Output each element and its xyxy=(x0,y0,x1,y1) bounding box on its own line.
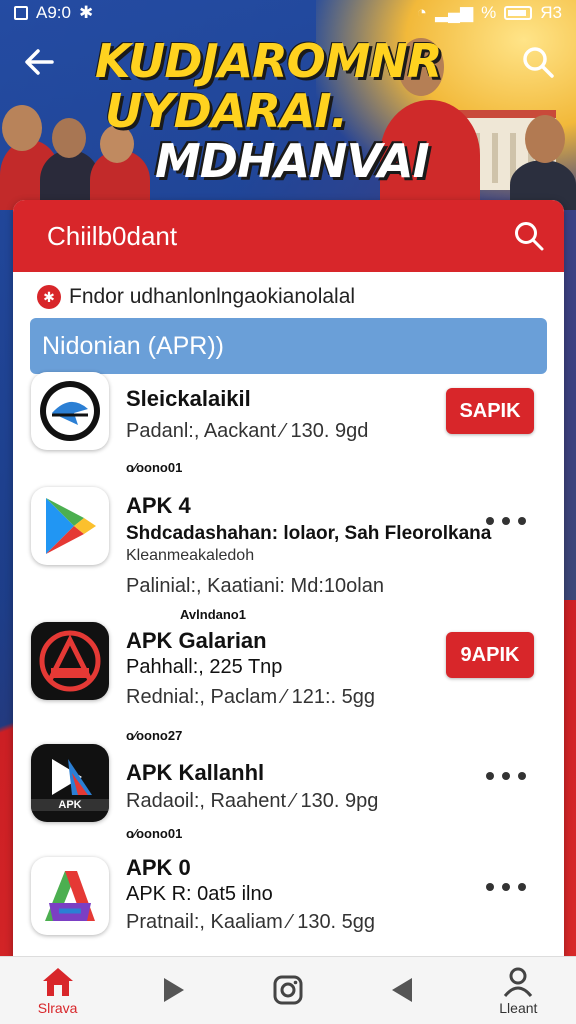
app-name: APK Galarian xyxy=(126,628,267,653)
wifi-icon: ◔ xyxy=(416,3,427,22)
app-meta: APK R: 0at5 ilno xyxy=(126,883,273,905)
app-name: APK Kallanhl xyxy=(126,760,265,785)
app-meta: Pahhall:, 225 Tnp xyxy=(126,656,283,678)
app-meta: Radaoil:, Raahent ⁄ 130. 9pg xyxy=(126,790,379,812)
app-tag: o∕oono01 xyxy=(126,826,183,841)
app-meta: Rednial:, Paclam ⁄ 121:. 5gg xyxy=(126,686,376,708)
card-header: Chiilb0dant xyxy=(13,200,564,272)
app-icon xyxy=(31,372,109,450)
headline-line-3: MDHANVAI xyxy=(155,134,430,188)
info-icon: ✱ xyxy=(37,285,61,309)
status-battery-text: Я3 xyxy=(540,3,562,22)
list-item[interactable]: APK 4 Shdcadashahan: lolaor, Sah Fleorol… xyxy=(13,487,564,622)
play-icon xyxy=(163,977,184,1002)
battery-icon xyxy=(504,6,533,20)
nav-item-back[interactable] xyxy=(358,975,448,1007)
app-meta: Shdcadashahan: lolaor, Sah Fleorolkana xyxy=(126,523,492,544)
get-app-button[interactable]: SAPIK xyxy=(446,388,534,434)
app-logo-icon xyxy=(45,871,95,921)
app-tag: o∕oono01 xyxy=(126,460,183,475)
hero-headline: KUDJAROMNR UYDARAI. MDHANVAI xyxy=(95,38,475,184)
signal-icon: ▂▄▆ xyxy=(434,3,474,22)
app-icon-label: APK xyxy=(31,799,109,811)
bottom-nav: Slrava Lleant xyxy=(0,956,576,1024)
app-meta: Pratnail:, Kaaliam ⁄ 130. 5gg xyxy=(126,911,376,933)
app-name: APK 4 xyxy=(126,493,191,518)
app-tag: Avlndano1 xyxy=(180,607,246,622)
list-item[interactable]: Sleickalaikil Padanl:, Aackant ⁄ 130. 9g… xyxy=(13,372,564,487)
back-triangle-icon xyxy=(392,977,413,1002)
card-search-icon[interactable] xyxy=(512,219,546,253)
app-meta: Padanl:, Aackant ⁄ 130. 9gd xyxy=(126,420,369,442)
headline-line-1: KUDJAROMNR xyxy=(95,34,442,88)
list-item[interactable]: APK APK Kallanhl Radaoil:, Raahent ⁄ 130… xyxy=(13,744,564,857)
nav-item-instagram[interactable] xyxy=(243,974,333,1008)
more-options-button[interactable] xyxy=(486,766,526,786)
nav-label-home: Slrava xyxy=(37,999,78,1016)
home-icon xyxy=(42,967,73,996)
back-arrow-icon[interactable] xyxy=(22,44,58,80)
play-store-icon xyxy=(46,498,96,554)
app-name: Sleickalaikil xyxy=(126,386,251,411)
list-item[interactable]: APK Galarian Pahhall:, 225 Tnp Rednial:,… xyxy=(13,622,564,744)
app-logo-icon xyxy=(52,759,92,795)
app-logo-icon xyxy=(40,381,100,441)
get-app-button[interactable]: 9APIK xyxy=(446,632,534,678)
app-icon: APK xyxy=(31,744,109,822)
notice-text: Fndor udhanlonlngaokianolalal xyxy=(69,285,356,308)
status-percent: % xyxy=(481,3,497,22)
app-meta: Palinial:, Kaatiani: Md:10olan xyxy=(126,575,384,597)
app-icon xyxy=(31,487,109,565)
app-list-card: Chiilb0dant ✱ Fndor udhanlonlngaokianola… xyxy=(13,200,564,960)
filter-bar[interactable]: Nidonian (APR)) xyxy=(30,318,547,374)
status-bar: A9:0 ✱ ◔ ▂▄▆ % Я3 xyxy=(0,0,576,26)
more-options-button[interactable] xyxy=(486,877,526,897)
nav-label-profile: Lleant xyxy=(499,999,538,1016)
app-icon xyxy=(31,857,109,935)
app-icon xyxy=(31,622,109,700)
more-options-button[interactable] xyxy=(486,511,526,531)
app-name: APK 0 xyxy=(126,855,191,880)
nav-item-play[interactable] xyxy=(128,975,218,1007)
filter-label: Nidonian (APR)) xyxy=(42,331,225,360)
app-meta: Kleanmeakaledoh xyxy=(126,547,255,564)
notice-row: ✱ Fndor udhanlonlngaokianolalal xyxy=(13,272,564,312)
app-tag: o∕oono27 xyxy=(126,728,183,743)
app-logo-icon xyxy=(39,630,101,692)
headline-line-2: UYDARAI. xyxy=(105,84,348,138)
notification-icon xyxy=(14,6,28,20)
app-notification-icon: ✱ xyxy=(78,3,94,22)
list-item[interactable]: APK 0 APK R: 0at5 ilno Pratnail:, Kaalia… xyxy=(13,855,564,957)
search-icon[interactable] xyxy=(520,44,556,80)
nav-item-home[interactable]: Slrava xyxy=(13,966,103,1016)
card-title: Chiilb0dant xyxy=(47,220,178,251)
profile-icon xyxy=(504,967,533,997)
instagram-icon xyxy=(273,975,303,1004)
nav-item-profile[interactable]: Lleant xyxy=(473,966,563,1016)
status-time: A9:0 xyxy=(36,3,71,22)
